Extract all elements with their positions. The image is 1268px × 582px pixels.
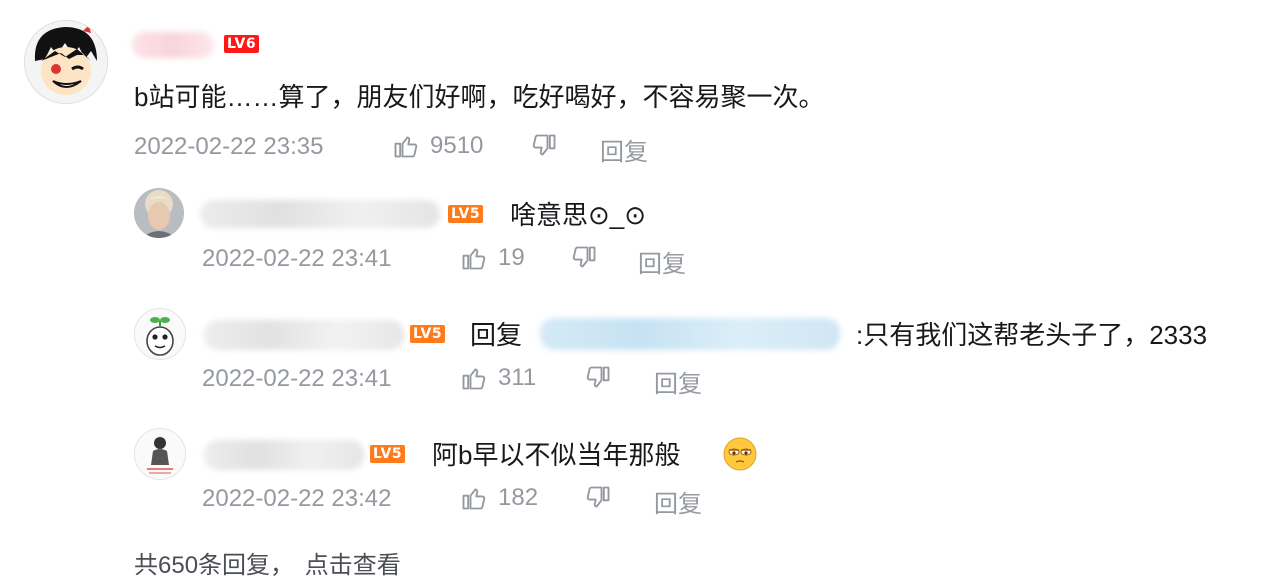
- sprout-character-icon: [135, 309, 185, 359]
- reply-button[interactable]: 回复: [654, 364, 702, 399]
- reply-button[interactable]: 回复: [638, 244, 686, 279]
- username-blurred[interactable]: [200, 200, 440, 228]
- reply-time: 2022-02-22 23:41: [202, 365, 392, 392]
- sketch-figure-icon: [135, 429, 185, 479]
- like-button[interactable]: 19: [460, 244, 525, 272]
- like-count: 311: [498, 364, 537, 391]
- thumbs-down-icon: [584, 484, 612, 512]
- dislike-button[interactable]: [584, 364, 612, 392]
- reply-text: :只有我们这帮老头子了，2333: [856, 320, 1208, 350]
- comment-time: 2022-02-22 23:35: [134, 133, 324, 160]
- dislike-button[interactable]: [584, 484, 612, 512]
- level-badge: LV5: [410, 325, 446, 343]
- reply-time: 2022-02-22 23:41: [202, 245, 392, 272]
- reply-time: 2022-02-22 23:42: [202, 485, 392, 512]
- mentioned-user-blurred[interactable]: [540, 318, 840, 350]
- like-button[interactable]: 9510: [392, 132, 483, 160]
- like-count: 9510: [430, 132, 484, 159]
- username-blurred[interactable]: [132, 32, 214, 58]
- avatar[interactable]: [134, 188, 184, 238]
- portrait-avatar-icon: [134, 188, 184, 238]
- like-count: 19: [498, 244, 525, 271]
- reply-button[interactable]: 回复: [600, 132, 648, 167]
- reply-text: 啥意思⊙_⊙: [510, 200, 647, 230]
- reply-label: 回复: [654, 371, 702, 398]
- reply-label: 回复: [638, 251, 686, 278]
- thumbs-down-icon: [584, 364, 612, 392]
- more-replies-count: 共650条回复，: [134, 552, 295, 579]
- thumbs-up-icon: [460, 484, 488, 512]
- reply-button[interactable]: 回复: [654, 484, 702, 519]
- reply-label: 回复: [600, 139, 648, 166]
- dislike-button[interactable]: [530, 132, 558, 160]
- like-count: 182: [498, 484, 539, 511]
- avatar[interactable]: [134, 428, 186, 480]
- like-button[interactable]: 182: [460, 484, 538, 512]
- thumbs-up-icon: [460, 364, 488, 392]
- username-blurred[interactable]: [204, 440, 364, 470]
- thumbs-down-icon: [530, 132, 558, 160]
- anime-avatar-icon: [25, 21, 107, 103]
- more-replies: 共650条回复， 点击查看: [134, 545, 401, 580]
- avatar[interactable]: [134, 308, 186, 360]
- username-blurred[interactable]: [204, 320, 404, 350]
- level-badge: LV5: [448, 205, 484, 223]
- level-badge: LV6: [224, 35, 260, 53]
- dislike-button[interactable]: [570, 244, 598, 272]
- thumbs-up-icon: [460, 244, 488, 272]
- reply-label: 回复: [654, 491, 702, 518]
- like-button[interactable]: 311: [460, 364, 536, 392]
- reply-text: 阿b早以不似当年那般: [432, 440, 681, 470]
- thumbs-up-icon: [392, 132, 420, 160]
- level-badge: LV5: [370, 445, 406, 463]
- thumbs-down-icon: [570, 244, 598, 272]
- avatar[interactable]: [24, 20, 108, 104]
- view-more-link[interactable]: 点击查看: [305, 552, 401, 579]
- sleepy-emoji-icon: [722, 436, 758, 472]
- comment-text: b站可能……算了，朋友们好啊，吃好喝好，不容易聚一次。: [134, 82, 825, 112]
- reply-prefix: 回复: [470, 320, 523, 350]
